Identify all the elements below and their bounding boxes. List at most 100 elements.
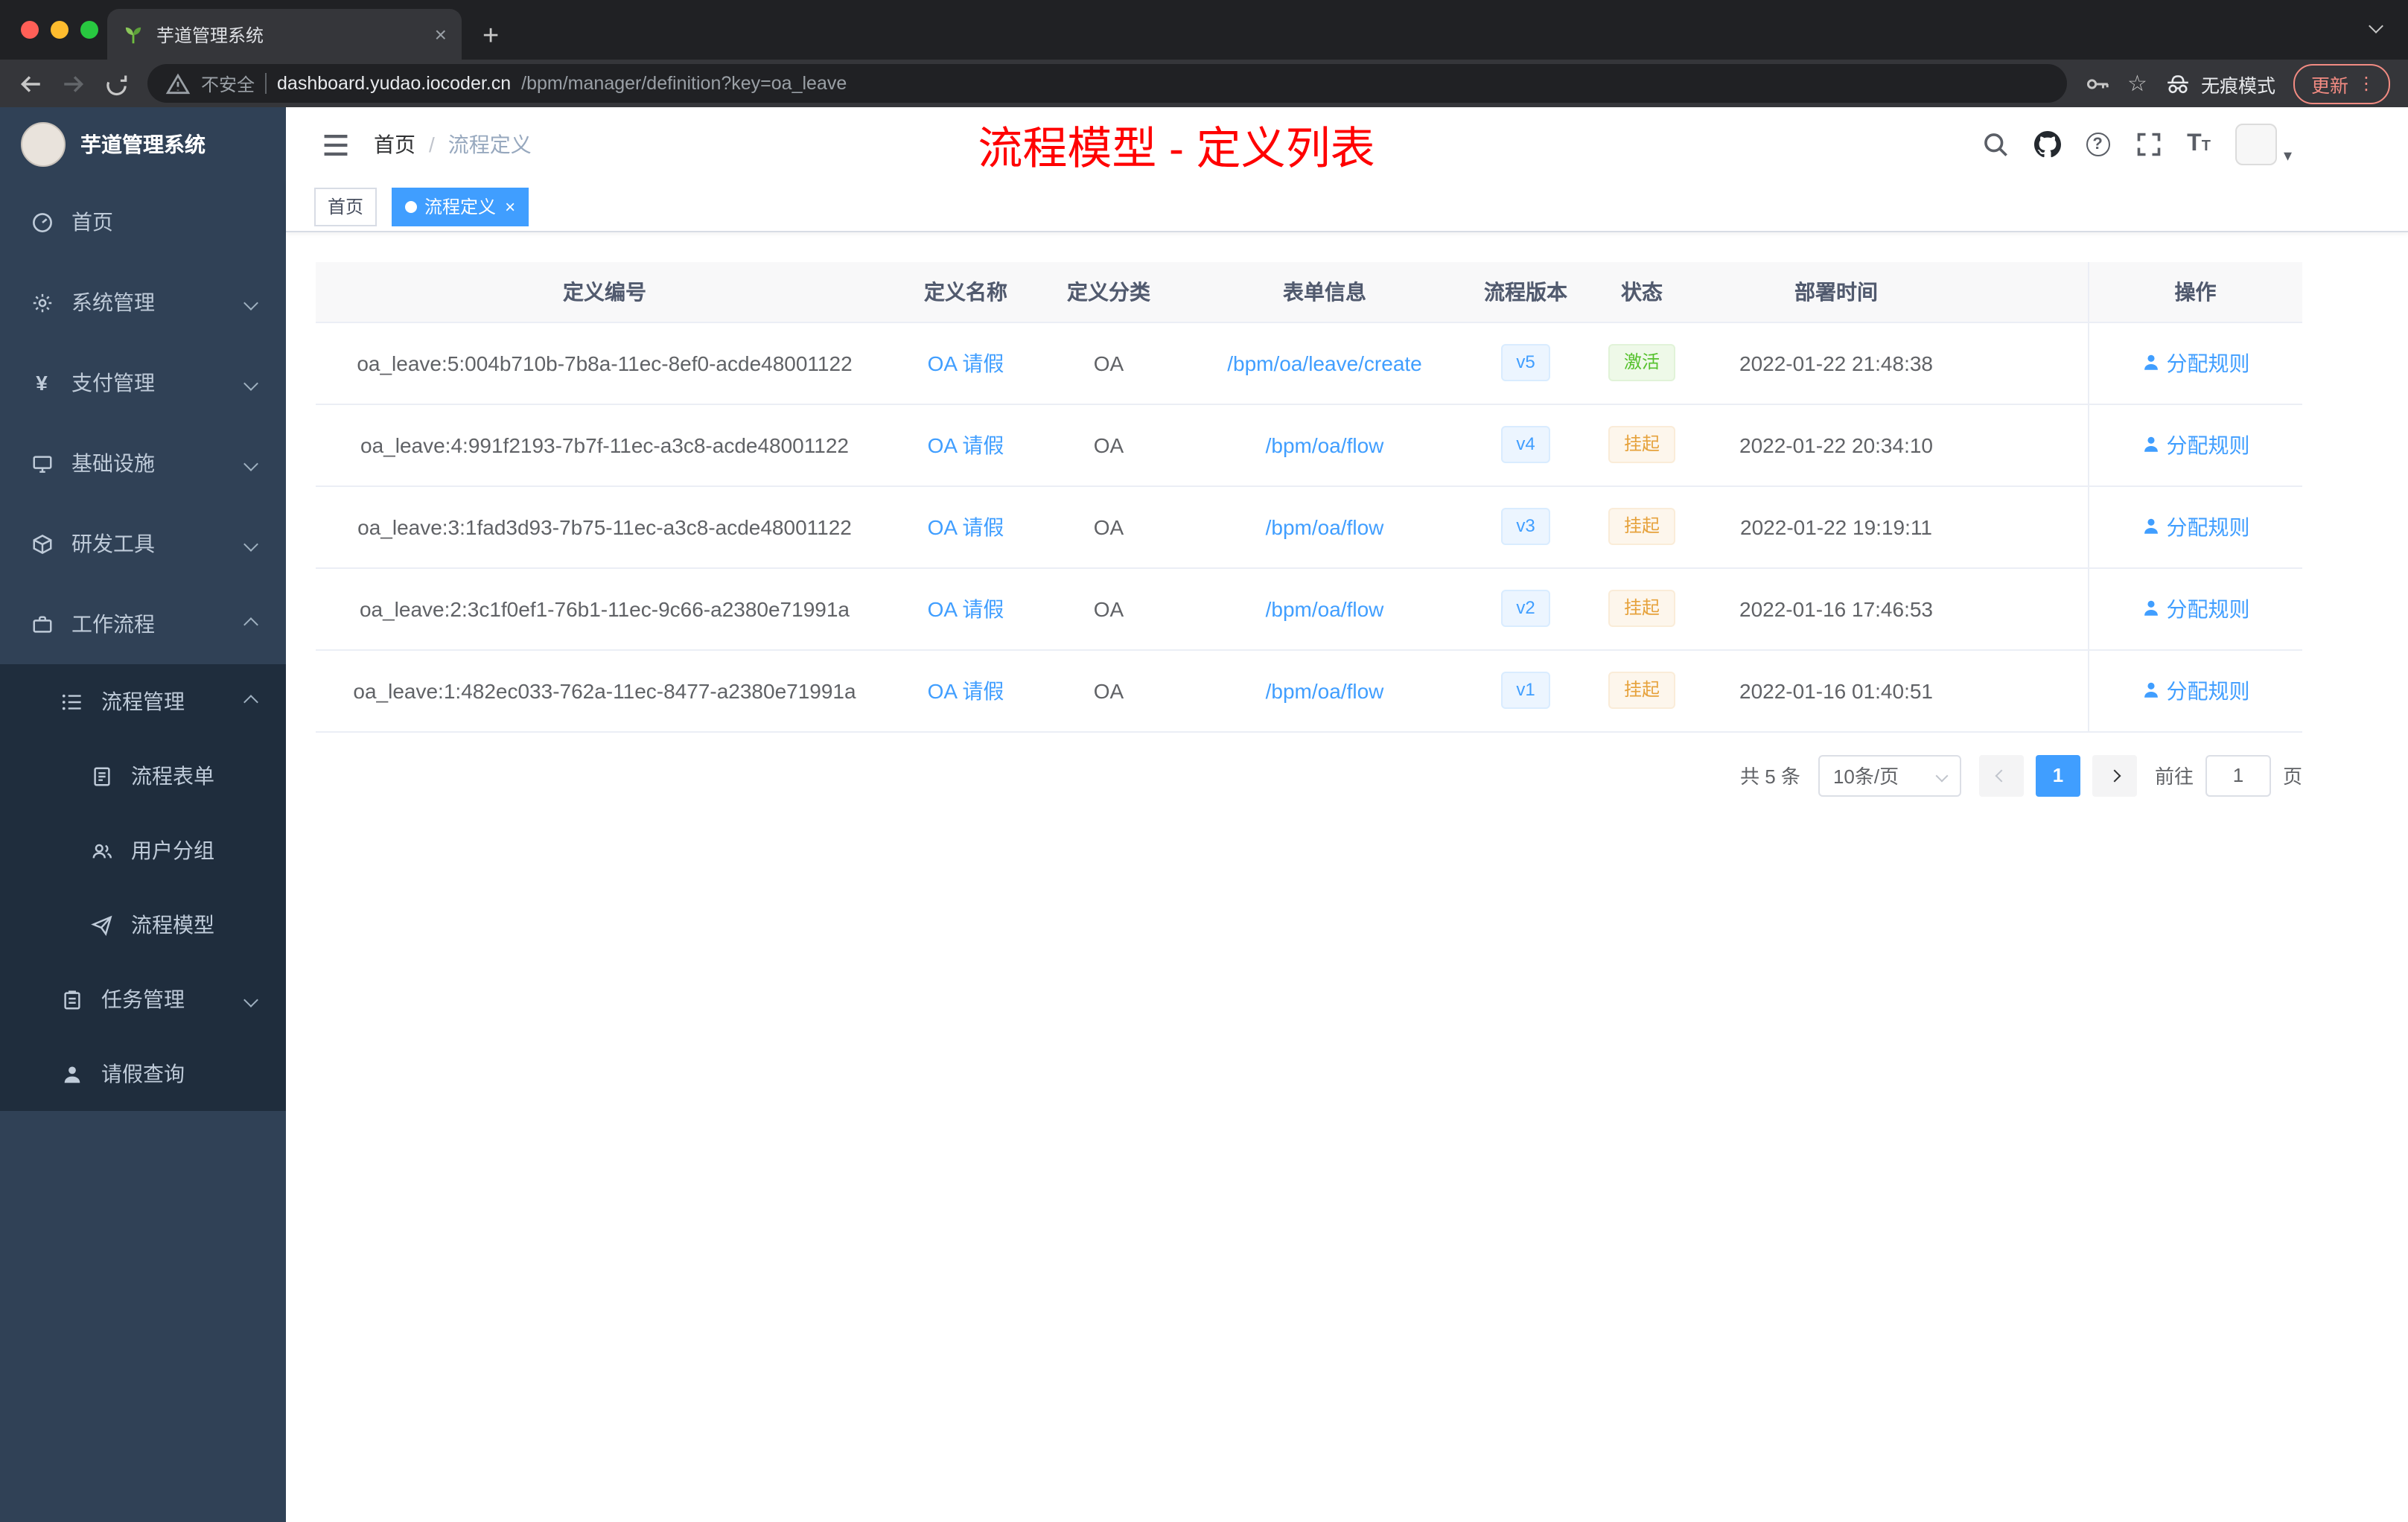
menu-dots-icon: ⋮ [2357,73,2375,94]
forward-icon[interactable] [61,71,86,96]
definition-name-link[interactable]: OA 请假 [928,351,1004,375]
yen-icon: ¥ [36,371,48,395]
sidebar-item-label: 研发工具 [71,532,155,555]
update-button[interactable]: 更新 ⋮ [2293,63,2390,104]
page-size-select[interactable]: 10条/页 [1818,754,1961,796]
deploy-time: 2022-01-22 19:19:11 [1702,485,1970,568]
prev-page-button[interactable] [1978,754,2024,796]
incognito-icon [2165,71,2191,96]
reload-icon[interactable] [104,71,130,96]
assign-rule-link[interactable]: 分配规则 [2141,348,2250,378]
chevron-down-icon [1935,768,1949,782]
user-menu[interactable]: ▾ [2235,124,2292,165]
definition-id: oa_leave:2:3c1f0ef1-76b1-11ec-9c66-a2380… [316,567,894,650]
assign-rule-link[interactable]: 分配规则 [2141,593,2250,623]
sidebar-item-leave-query[interactable]: 请假查询 [0,1037,286,1111]
tree-list-icon [60,690,83,713]
logo-avatar [21,122,66,167]
definition-name-link[interactable]: OA 请假 [928,596,1004,620]
window-zoom-button[interactable] [80,21,98,39]
page-number-button[interactable]: 1 [2035,754,2080,796]
pagination-total: 共 5 条 [1740,765,1800,788]
security-label[interactable]: 不安全 [201,71,255,96]
chevron-down-icon [243,456,258,471]
incognito-label: 无痕模式 [2200,75,2275,96]
cell-filler [1970,567,2088,650]
url-host: dashboard.yudao.iocoder.cn [277,73,512,94]
deploy-time: 2022-01-16 17:46:53 [1702,567,1970,650]
table-row: oa_leave:3:1fad3d93-7b75-11ec-a3c8-acde4… [316,485,2302,568]
help-icon[interactable]: ? [2086,133,2110,156]
assign-rule-link[interactable]: 分配规则 [2141,675,2250,705]
user-icon [2144,436,2158,452]
sidebar-item-workflow[interactable]: 工作流程 [0,584,286,664]
browser-tab[interactable]: 芋道管理系统 × [107,9,462,60]
pagination: 共 5 条 10条/页 1 前往 页 [316,754,2302,796]
breadcrumb-home[interactable]: 首页 [374,133,415,156]
sidebar-item-label: 流程表单 [131,764,214,788]
url-path: /bpm/manager/definition?key=oa_leave [521,73,847,94]
definition-name-link[interactable]: OA 请假 [928,433,1004,456]
search-icon[interactable] [1981,131,2008,158]
definition-name-link[interactable]: OA 请假 [928,515,1004,538]
active-dot [405,200,418,212]
form-link[interactable]: /bpm/oa/flow [1266,515,1384,538]
sidebar-item-system[interactable]: 系统管理 [0,262,286,343]
next-page-button[interactable] [2092,754,2137,796]
tab-close-icon[interactable]: × [435,24,447,45]
sidebar-item-task-management[interactable]: 任务管理 [0,962,286,1037]
briefcase-icon [30,612,54,636]
fullscreen-icon[interactable] [2135,131,2162,158]
sidebar-item-home[interactable]: 首页 [0,182,286,262]
sidebar-item-user-group[interactable]: 用户分组 [0,813,286,888]
assign-rule-link[interactable]: 分配规则 [2141,430,2250,459]
status-badge: 挂起 [1608,426,1675,463]
assign-rule-link[interactable]: 分配规则 [2141,512,2250,541]
address-bar[interactable]: 不安全 dashboard.yudao.iocoder.cn/bpm/manag… [147,64,2067,103]
sidebar-item-label: 请假查询 [101,1062,185,1086]
sidebar-item-process-model[interactable]: 流程模型 [0,888,286,962]
definition-id: oa_leave:5:004b710b-7b8a-11ec-8ef0-acde4… [316,322,894,404]
goto-page-input[interactable] [2205,754,2271,796]
column-header: 定义分类 [1038,262,1179,322]
sidebar-item-process-management[interactable]: 流程管理 [0,664,286,739]
sidebar-item-label: 任务管理 [101,987,185,1011]
chevron-up-icon [243,694,258,709]
tag-close-icon[interactable]: × [505,197,515,215]
definition-category: OA [1038,649,1179,732]
goto-page: 前往 页 [2155,754,2302,796]
password-key-icon[interactable] [2084,71,2109,96]
chevron-right-icon [2108,768,2121,782]
definition-name-link[interactable]: OA 请假 [928,678,1004,702]
definition-table: 定义编号 定义名称 定义分类 表单信息 流程版本 状态 部署时间 操作 oa_l… [316,262,2302,732]
hamburger-icon[interactable] [322,130,350,159]
sidebar-item-payment[interactable]: ¥ 支付管理 [0,343,286,423]
form-link[interactable]: /bpm/oa/flow [1266,678,1384,702]
navbar-actions: ? TT ▾ [1981,124,2292,165]
deploy-time: 2022-01-16 01:40:51 [1702,649,1970,732]
sidebar-item-process-form[interactable]: 流程表单 [0,739,286,813]
sidebar-item-devtools[interactable]: 研发工具 [0,503,286,584]
sidebar-logo[interactable]: 芋道管理系统 [0,107,286,182]
font-size-icon[interactable]: TT [2187,132,2211,156]
form-link[interactable]: /bpm/oa/leave/create [1227,351,1422,375]
form-link[interactable]: /bpm/oa/flow [1266,596,1384,620]
back-icon[interactable] [18,71,43,96]
page-size-value: 10条/页 [1832,765,1899,788]
column-filler [1970,262,2088,322]
sidebar-item-label: 流程模型 [131,913,214,937]
window-minimize-button[interactable] [51,21,69,39]
tab-search-icon[interactable] [2369,12,2383,39]
sidebar-item-infrastructure[interactable]: 基础设施 [0,423,286,503]
tag-home[interactable]: 首页 [314,187,378,226]
tag-process-definition[interactable]: 流程定义 × [392,187,529,226]
bookmark-star-icon[interactable]: ☆ [2127,72,2147,95]
sidebar-menu: 首页 系统管理 ¥ 支付管理 基础设施 研发工具 工作流程 流程管理 流程表单 … [0,182,286,1111]
form-link[interactable]: /bpm/oa/flow [1266,433,1384,456]
github-icon[interactable] [2033,131,2061,158]
goto-suffix: 页 [2282,765,2302,788]
new-tab-button[interactable]: + [482,22,499,51]
window-close-button[interactable] [21,21,39,39]
status-badge: 激活 [1608,344,1675,381]
logo-title: 芋道管理系统 [80,133,206,156]
